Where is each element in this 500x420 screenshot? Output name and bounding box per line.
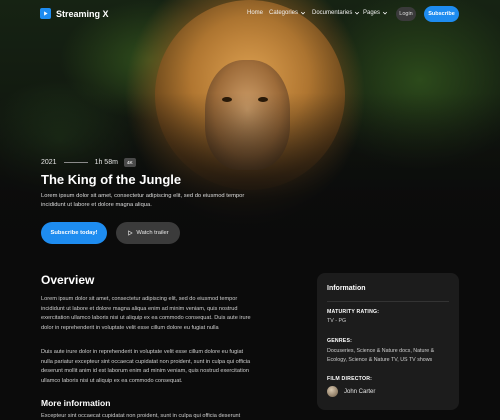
chevron-down-icon	[300, 11, 306, 15]
chevron-down-icon	[355, 11, 360, 15]
overview-paragraph-2: Duis aute irure dolor in reprehenderit i…	[41, 349, 251, 384]
overview-paragraph-1: Lorem ipsum dolor sit amet, consectetur …	[41, 296, 251, 331]
play-icon	[128, 230, 134, 236]
genres-label: GENRES:	[327, 338, 353, 344]
director-name: John Carter	[344, 388, 376, 395]
director-avatar	[327, 386, 338, 397]
brand-logo[interactable]: Streaming X	[40, 8, 109, 19]
maturity-rating-label: MATURITY RATING:	[327, 309, 380, 315]
director-row[interactable]: John Carter	[327, 386, 375, 397]
nav-home-label: Home	[247, 10, 264, 16]
watch-trailer-button[interactable]: Watch trailer	[116, 222, 180, 244]
nav-documentaries[interactable]: Documentaries	[312, 10, 360, 16]
nav-categories-label: Categories	[269, 10, 299, 16]
meta-divider	[63, 162, 88, 163]
maturity-rating-value: TV - PG	[327, 318, 347, 324]
nav-home[interactable]: Home	[247, 10, 263, 16]
more-information-heading: More information	[41, 398, 111, 408]
duration: 1h 58m	[94, 159, 118, 166]
login-button[interactable]: Login	[396, 7, 416, 21]
information-card: Information MATURITY RATING: TV - PG GEN…	[317, 273, 459, 410]
watch-trailer-label: Watch trailer	[136, 230, 169, 236]
nav-pages[interactable]: Pages	[363, 10, 388, 16]
film-director-label: FILM DIRECTOR:	[327, 376, 373, 382]
play-logo-icon	[40, 8, 51, 19]
genres-value: Docuseries, Science & Nature docs, Natur…	[327, 348, 435, 363]
nav-pages-label: Pages	[363, 10, 381, 16]
quality-badge: 4K	[123, 158, 136, 167]
information-title: Information	[327, 285, 366, 292]
brand-name: Streaming X	[56, 8, 109, 19]
movie-meta: 2021 1h 58m 4K	[41, 158, 136, 167]
movie-title: The King of the Jungle	[41, 172, 182, 187]
more-information-text: Excepteur sint occaecat cupidatat non pr…	[41, 413, 241, 419]
chevron-down-icon	[382, 11, 388, 15]
overview-heading: Overview	[41, 273, 95, 287]
header-subscribe-button[interactable]: Subscribe	[424, 6, 459, 22]
card-divider	[327, 301, 449, 302]
nav-documentaries-label: Documentaries	[312, 10, 353, 16]
movie-description: Lorem ipsum dolor sit amet, consectetur …	[41, 193, 245, 208]
nav-categories[interactable]: Categories	[269, 10, 306, 16]
subscribe-today-button[interactable]: Subscribe today!	[41, 222, 107, 244]
release-year: 2021	[41, 159, 57, 166]
